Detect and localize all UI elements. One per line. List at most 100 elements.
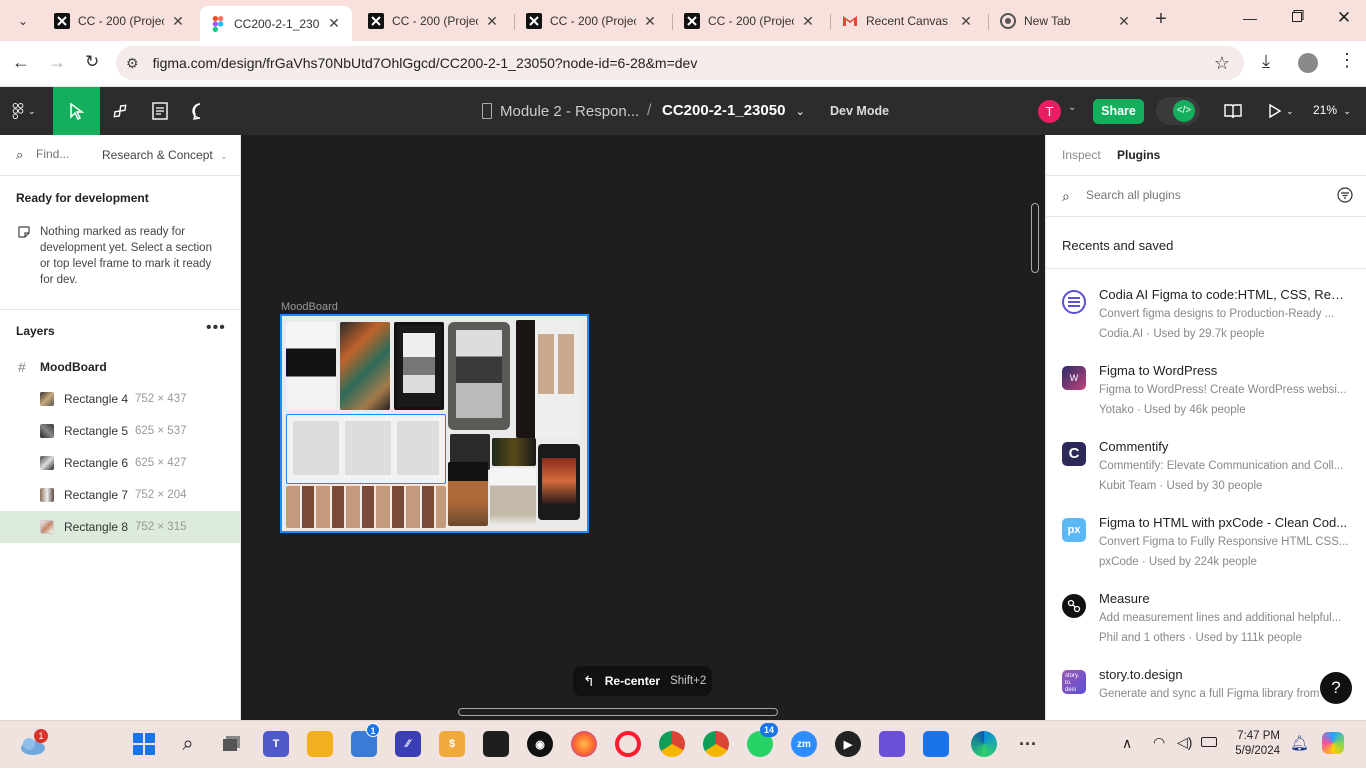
design-canvas[interactable]: MoodBoard ↰ Re-center Shift+2 xyxy=(241,135,1045,720)
user-avatar[interactable]: T xyxy=(1038,100,1061,123)
address-bar[interactable]: ⚙ figma.com/design/frGaVhs70NbUtd7OhlGgc… xyxy=(116,46,1244,80)
task-view-icon[interactable] xyxy=(219,731,245,757)
browser-tab-active[interactable]: CC200-2-1_2305 ✕ xyxy=(200,6,352,41)
pen-app-icon[interactable]: $ xyxy=(439,731,465,757)
vpn-app-icon[interactable]: ⁄⁄ xyxy=(395,731,421,757)
layer-row[interactable]: Rectangle 6 625 × 427 xyxy=(0,447,240,479)
profile-avatar[interactable] xyxy=(1298,53,1318,73)
layer-row[interactable]: Rectangle 7 752 × 204 xyxy=(0,479,240,511)
whatsapp-icon[interactable]: 14 xyxy=(747,723,778,757)
layer-row-moodboard[interactable]: # MoodBoard xyxy=(0,351,240,383)
volume-icon[interactable]: ◁) xyxy=(1177,734,1192,751)
pxcode-icon: px xyxy=(1062,518,1086,542)
opera-icon[interactable] xyxy=(615,731,641,757)
layer-name: Rectangle 8 xyxy=(64,520,129,534)
chrome-icon[interactable] xyxy=(703,731,729,757)
layer-row[interactable]: Rectangle 4 752 × 437 xyxy=(0,383,240,415)
media-player-icon[interactable]: ▶ xyxy=(835,731,861,757)
back-icon[interactable]: ← xyxy=(12,52,30,73)
menu-kebab-icon[interactable]: ⋮ xyxy=(1338,50,1356,71)
page-selector[interactable]: Research & Concept ⌄ xyxy=(102,148,228,162)
moodboard-frame[interactable] xyxy=(280,314,589,533)
close-tab-icon[interactable]: ✕ xyxy=(958,13,974,30)
chevron-up-icon[interactable]: ∧ xyxy=(1122,735,1132,752)
reload-icon[interactable]: ↻ xyxy=(85,52,99,72)
zoom-level[interactable]: 21% ⌄ xyxy=(1313,103,1351,117)
pinned-app-icon[interactable] xyxy=(923,731,949,757)
bookmark-star-icon[interactable]: ☆ xyxy=(1214,53,1230,74)
firefox-icon[interactable] xyxy=(571,731,597,757)
component-icon[interactable] xyxy=(110,101,130,121)
browser-tab[interactable]: CC - 200 (Project ✕ xyxy=(44,6,196,36)
system-clock[interactable]: 7:47 PM 5/9/2024 xyxy=(1228,729,1280,759)
chevron-down-icon: ⌄ xyxy=(220,151,228,161)
tab-inspect[interactable]: Inspect xyxy=(1062,148,1101,162)
present-play-icon[interactable]: ⌄ xyxy=(1268,101,1298,121)
filter-icon[interactable] xyxy=(1337,187,1353,203)
browser-tab[interactable]: Recent Canvas n ✕ xyxy=(832,6,984,36)
battery-icon[interactable] xyxy=(1201,737,1217,747)
close-window-button[interactable]: ✕ xyxy=(1334,8,1354,28)
clapper-app-icon[interactable] xyxy=(879,731,905,757)
zoom-app-icon[interactable]: zm xyxy=(791,731,817,757)
download-icon[interactable]: ⤓ xyxy=(1262,51,1270,72)
forward-icon[interactable]: → xyxy=(48,52,66,73)
browser-tab[interactable]: CC - 200 (Projec ✕ xyxy=(674,6,826,36)
teams-icon[interactable]: T xyxy=(263,731,289,757)
search-icon[interactable]: ⌕ xyxy=(175,731,201,757)
weather-widget-icon[interactable]: 1 xyxy=(18,729,48,757)
close-tab-icon[interactable]: ✕ xyxy=(170,13,186,30)
plugin-meta: pxCode · Used by 224k people xyxy=(1099,556,1257,568)
close-tab-icon[interactable]: ✕ xyxy=(800,13,816,30)
wifi-icon[interactable]: ◠ xyxy=(1153,734,1165,751)
minimize-button[interactable]: — xyxy=(1240,10,1260,30)
new-tab-button[interactable]: + xyxy=(1150,8,1172,30)
project-name[interactable]: Module 2 - Respon... xyxy=(500,103,639,120)
horizontal-scrollbar[interactable] xyxy=(458,708,778,716)
browser-tab[interactable]: New Tab ✕ xyxy=(990,6,1142,36)
github-icon[interactable]: ◉ xyxy=(527,731,553,757)
move-tool-button[interactable] xyxy=(53,87,100,135)
browser-tab[interactable]: CC - 200 (Projec ✕ xyxy=(516,6,668,36)
tab-plugins[interactable]: Plugins xyxy=(1117,148,1160,162)
recenter-button[interactable]: ↰ Re-center Shift+2 xyxy=(573,666,712,696)
layers-more-icon[interactable]: ••• xyxy=(206,319,226,337)
close-tab-icon[interactable]: ✕ xyxy=(642,13,658,30)
file-explorer-icon[interactable] xyxy=(307,731,333,757)
vertical-scrollbar[interactable] xyxy=(1031,203,1039,273)
moodboard-image xyxy=(286,414,446,484)
windows-start-icon[interactable] xyxy=(131,731,157,757)
file-name[interactable]: CC200-2-1_23050 ⌄ xyxy=(662,102,805,119)
more-apps-icon[interactable]: ··· xyxy=(1015,731,1041,757)
chevron-down-icon[interactable]: ⌄ xyxy=(1068,102,1076,113)
maximize-button[interactable] xyxy=(1288,10,1308,30)
library-book-icon[interactable] xyxy=(1223,101,1243,121)
browser-tab[interactable]: CC - 200 (Projec ✕ xyxy=(358,6,510,36)
close-tab-icon[interactable]: ✕ xyxy=(1116,13,1132,30)
layer-search-input[interactable] xyxy=(36,147,96,161)
tab-list-button[interactable]: ⌄ xyxy=(12,10,34,32)
figma-toolbar: ⌄ Module 2 - Respon... / CC200-2-1_23050… xyxy=(0,87,1366,135)
main-menu-button[interactable]: ⌄ xyxy=(12,101,40,121)
figma-x-icon xyxy=(54,13,70,29)
close-tab-icon[interactable]: ✕ xyxy=(326,15,342,32)
share-button[interactable]: Share xyxy=(1093,99,1144,124)
notification-bell-icon[interactable]: 🔔︎ xyxy=(1290,734,1309,752)
notes-icon[interactable] xyxy=(151,101,169,121)
dev-mode-toggle[interactable]: </> xyxy=(1156,97,1200,125)
figma-x-icon xyxy=(368,13,384,29)
close-tab-icon[interactable]: ✕ xyxy=(484,13,500,30)
comment-icon[interactable] xyxy=(190,101,210,121)
site-settings-icon[interactable]: ⚙ xyxy=(126,55,139,72)
layer-row-selected[interactable]: Rectangle 8 752 × 315 xyxy=(0,511,240,543)
layer-row[interactable]: Rectangle 5 625 × 537 xyxy=(0,415,240,447)
chrome-profile-icon[interactable] xyxy=(659,731,685,757)
microsoft-store-icon[interactable]: 1 xyxy=(351,723,380,757)
figma-app-icon[interactable] xyxy=(483,731,509,757)
edge-icon[interactable] xyxy=(971,731,997,757)
plugin-search-input[interactable] xyxy=(1086,188,1306,202)
tab-title: CC - 200 (Projec xyxy=(708,14,794,28)
copilot-icon[interactable] xyxy=(1322,732,1344,754)
frame-label[interactable]: MoodBoard xyxy=(281,301,338,313)
help-button[interactable]: ? xyxy=(1320,672,1352,704)
